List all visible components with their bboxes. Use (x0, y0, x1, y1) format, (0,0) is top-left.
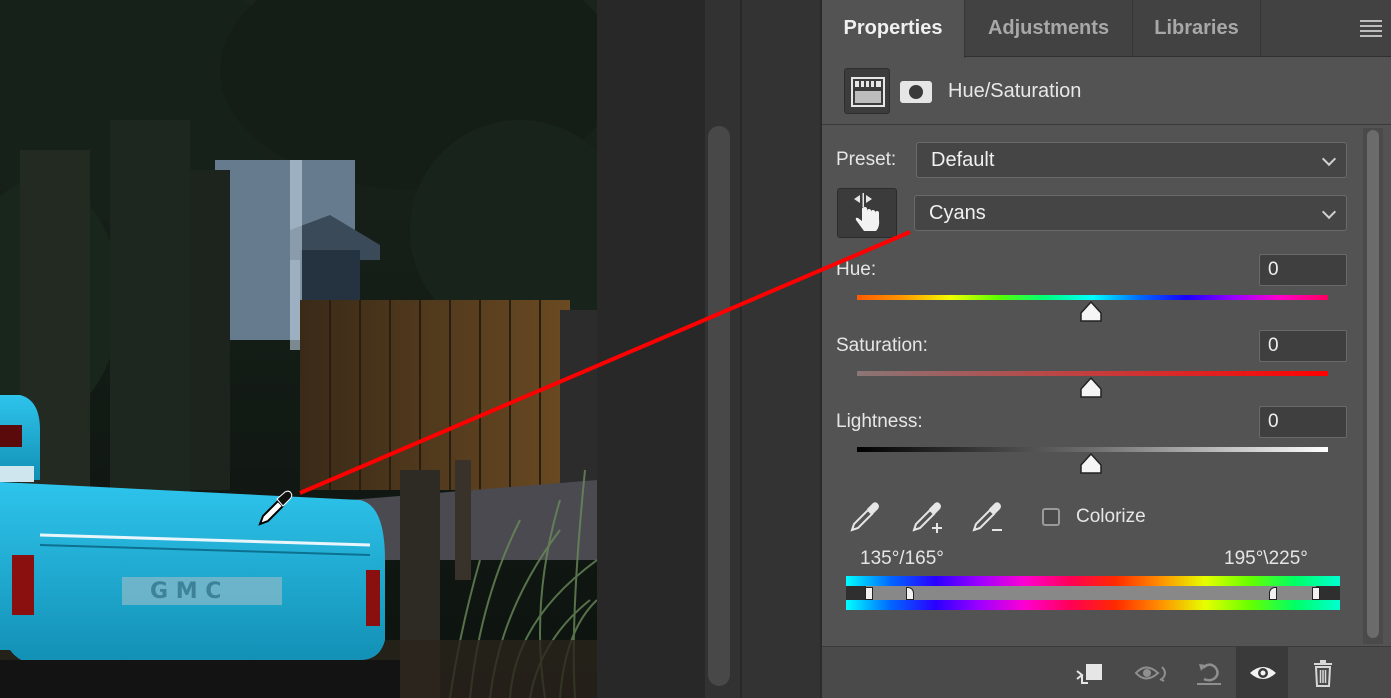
hue-input[interactable]: 0 (1259, 254, 1347, 286)
subtract-from-sample-eyedropper-icon[interactable] (970, 500, 1004, 534)
tab-properties[interactable]: Properties (822, 0, 965, 58)
view-previous-state-icon[interactable] (1122, 647, 1174, 698)
hamburger-menu-icon[interactable] (1360, 20, 1382, 38)
layer-mask-icon[interactable] (900, 81, 932, 103)
saturation-label: Saturation: (836, 335, 928, 356)
hue-slider-thumb[interactable] (1079, 301, 1103, 323)
chevron-down-icon (1321, 204, 1337, 220)
range-inner-right-handle[interactable] (1269, 587, 1277, 600)
properties-panel: Properties Adjustments Libraries Hue/Sat… (820, 0, 1391, 698)
preset-dropdown[interactable]: Default (916, 142, 1347, 178)
canvas-photo: G M C (0, 0, 597, 698)
tab-adjustments[interactable]: Adjustments (965, 0, 1133, 57)
lightness-slider-thumb[interactable] (1079, 453, 1103, 475)
saturation-slider-track[interactable] (857, 371, 1328, 376)
hue-range-fill[interactable] (866, 586, 1316, 600)
reset-icon[interactable] (1182, 647, 1234, 698)
panel-scrollbar-thumb[interactable] (1367, 130, 1379, 638)
channel-dropdown[interactable]: Cyans (914, 195, 1347, 231)
lightness-input[interactable]: 0 (1259, 406, 1347, 438)
saturation-slider-thumb[interactable] (1079, 377, 1103, 399)
panel-footer (822, 646, 1391, 698)
chevron-down-icon (1321, 151, 1337, 167)
tab-libraries[interactable]: Libraries (1133, 0, 1261, 57)
hue-saturation-adjustment-icon[interactable] (844, 68, 890, 114)
colorize-checkbox[interactable] (1042, 508, 1060, 526)
range-falloff-left-handle[interactable] (865, 587, 873, 600)
visibility-eye-icon[interactable] (1236, 647, 1288, 698)
colorize-label[interactable]: Colorize (1076, 506, 1146, 528)
channel-value: Cyans (929, 202, 986, 224)
range-left-readout: 135°/165° (860, 548, 944, 569)
range-falloff-right-handle[interactable] (1312, 587, 1320, 600)
range-right-readout: 195°\225° (1224, 548, 1308, 569)
targeted-adjustment-hand-icon[interactable] (837, 188, 897, 238)
panel-tab-bar: Properties Adjustments Libraries (822, 0, 1391, 58)
eyedropper-icon[interactable] (848, 500, 882, 534)
range-inner-left-handle[interactable] (906, 587, 914, 600)
document-canvas[interactable]: G M C (0, 0, 597, 698)
hue-range-bar-bottom (846, 600, 1340, 610)
add-to-sample-eyedropper-icon[interactable] (910, 500, 944, 534)
photoshop-workspace: G M C Properties Adjustments Libraries H… (0, 0, 1391, 698)
properties-header: Hue/Saturation (822, 58, 1391, 125)
preset-value: Default (931, 149, 995, 171)
hue-label: Hue: (836, 259, 877, 280)
saturation-input[interactable]: 0 (1259, 330, 1347, 362)
hue-range-bar-top (846, 576, 1340, 586)
canvas-scrollbar-thumb[interactable] (708, 126, 730, 686)
delete-trash-icon[interactable] (1296, 647, 1348, 698)
preset-label: Preset: (836, 149, 897, 170)
dock-collapsed-column (741, 0, 820, 698)
adjustment-title: Hue/Saturation (948, 80, 1082, 102)
clip-to-layer-icon[interactable] (1062, 647, 1114, 698)
canvas-gutter (597, 0, 705, 698)
svg-text:G M C: G M C (150, 579, 221, 604)
lightness-slider-track[interactable] (857, 447, 1328, 452)
hue-slider-track[interactable] (857, 295, 1328, 300)
lightness-label: Lightness: (836, 411, 923, 432)
